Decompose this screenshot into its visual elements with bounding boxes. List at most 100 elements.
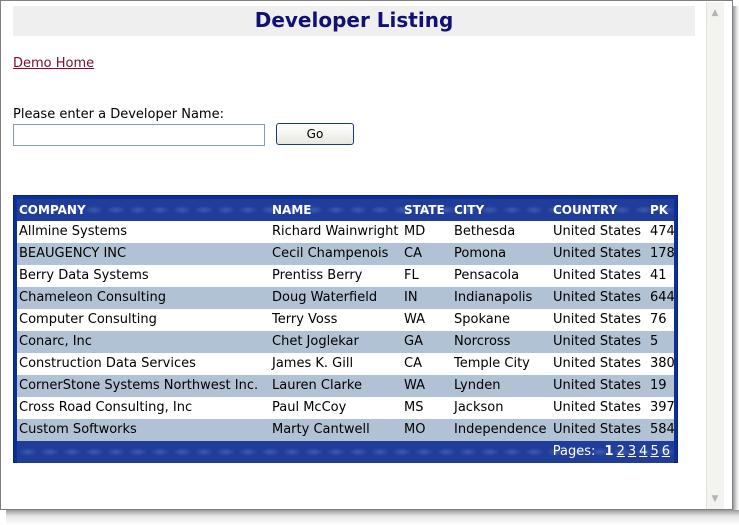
cell-name: Paul McCoy bbox=[272, 400, 347, 415]
cell-country: United States bbox=[553, 246, 642, 261]
pager-page-3[interactable]: 3 bbox=[628, 444, 636, 459]
grid-footer: Pages: 123456 bbox=[17, 441, 674, 463]
cell-state: MS bbox=[404, 400, 424, 415]
scroll-down-arrow-icon[interactable]: ▼ bbox=[707, 490, 723, 507]
table-row: Chameleon Consulting Doug Waterfield IN Ind… bbox=[17, 287, 675, 309]
table-row: Conarc, Inc Chet Joglekar GA Norcross United… bbox=[17, 331, 674, 353]
cell-company: Berry Data Systems bbox=[19, 268, 149, 283]
cell-country: United States bbox=[553, 400, 642, 415]
cell-country: United States bbox=[553, 312, 642, 327]
cell-country: United States bbox=[553, 356, 642, 371]
cell-city: Temple City bbox=[454, 356, 530, 371]
grid-header: COMPANY NAME STATE CITY COUNTRY PK bbox=[17, 199, 674, 221]
window-shadow-bottom bbox=[6, 510, 739, 525]
cell-pk: 584 bbox=[650, 422, 675, 437]
cell-country: United States bbox=[553, 378, 642, 393]
cell-city: Norcross bbox=[454, 334, 511, 349]
cell-name: Marty Cantwell bbox=[272, 422, 370, 437]
column-header-city[interactable]: CITY bbox=[454, 199, 484, 221]
grid-body: COMPANY NAME STATE CITY COUNTRY PK Allmi… bbox=[17, 199, 675, 463]
table-row: BEAUGENCY INC Cecil Champenois CA Pomona Uni… bbox=[17, 243, 675, 265]
cell-company: BEAUGENCY INC bbox=[19, 246, 127, 261]
cell-state: MO bbox=[404, 422, 426, 437]
table-row: CornerStone Systems Northwest Inc. Lauren… bbox=[17, 375, 674, 397]
browser-window: Developer Listing Demo Home Please enter… bbox=[0, 0, 733, 510]
cell-state: IN bbox=[404, 290, 418, 305]
page-header: Developer Listing bbox=[13, 6, 695, 36]
pager-page-1[interactable]: 1 bbox=[605, 444, 614, 459]
cell-country: United States bbox=[553, 422, 642, 437]
cell-city: Pensacola bbox=[454, 268, 520, 283]
cell-country: United States bbox=[553, 224, 642, 239]
cell-name: Doug Waterfield bbox=[272, 290, 378, 305]
pager-page-4[interactable]: 4 bbox=[639, 444, 647, 459]
cell-state: GA bbox=[404, 334, 423, 349]
pager-label: Pages: bbox=[552, 444, 596, 459]
cell-country: United States bbox=[553, 268, 642, 283]
cell-pk: 19 bbox=[650, 378, 667, 393]
cell-pk: 178 bbox=[650, 246, 675, 261]
cell-name: Terry Voss bbox=[272, 312, 338, 327]
search-prompt: Please enter a Developer Name: bbox=[13, 107, 224, 122]
demo-home-link[interactable]: Demo Home bbox=[13, 56, 94, 71]
cell-state: MD bbox=[404, 224, 426, 239]
window-shadow-right bbox=[733, 6, 739, 516]
column-header-state[interactable]: STATE bbox=[404, 199, 445, 221]
column-header-pk[interactable]: PK bbox=[650, 199, 668, 221]
cell-state: WA bbox=[404, 312, 426, 327]
cell-state: CA bbox=[404, 246, 422, 261]
cell-city: Pomona bbox=[454, 246, 507, 261]
cell-company: Allmine Systems bbox=[19, 224, 128, 239]
column-header-name[interactable]: NAME bbox=[272, 199, 311, 221]
table-row: Custom Softworks Marty Cantwell MO Independ… bbox=[17, 419, 675, 441]
cell-pk: 5 bbox=[650, 334, 659, 349]
cell-company: Cross Road Consulting, Inc bbox=[19, 400, 193, 415]
cell-pk: 76 bbox=[650, 312, 667, 327]
cell-pk: 474 bbox=[650, 224, 675, 239]
cell-name: Cecil Champenois bbox=[272, 246, 389, 261]
go-button[interactable]: Go bbox=[276, 123, 354, 145]
cell-pk: 41 bbox=[650, 268, 667, 283]
cell-company: CornerStone Systems Northwest Inc. bbox=[19, 378, 259, 393]
table-row: Construction Data Services James K. Gill C… bbox=[17, 353, 675, 375]
pager-page-6[interactable]: 6 bbox=[662, 444, 670, 459]
cell-city: Indianapolis bbox=[454, 290, 533, 305]
table-row: Allmine Systems Richard Wainwright MD Bethe… bbox=[17, 221, 675, 243]
pager-page-5[interactable]: 5 bbox=[650, 444, 658, 459]
page-title: Developer Listing bbox=[254, 8, 454, 32]
scroll-up-arrow-icon[interactable]: ▲ bbox=[707, 4, 723, 21]
cell-state: WA bbox=[404, 378, 426, 393]
cell-pk: 397 bbox=[650, 400, 675, 415]
cell-city: Spokane bbox=[454, 312, 510, 327]
cell-city: Independence bbox=[454, 422, 547, 437]
cell-company: Computer Consulting bbox=[19, 312, 157, 327]
pager-page-2[interactable]: 2 bbox=[617, 444, 625, 459]
column-header-company[interactable]: COMPANY bbox=[19, 199, 86, 221]
cell-city: Jackson bbox=[454, 400, 504, 415]
cell-name: James K. Gill bbox=[272, 356, 354, 371]
cell-name: Prentiss Berry bbox=[272, 268, 363, 283]
cell-pk: 380 bbox=[650, 356, 675, 371]
cell-name: Richard Wainwright bbox=[272, 224, 399, 239]
cell-company: Conarc, Inc bbox=[19, 334, 92, 349]
cell-city: Bethesda bbox=[454, 224, 516, 239]
cell-country: United States bbox=[553, 290, 642, 305]
developer-grid: COMPANY NAME STATE CITY COUNTRY PK Allmi… bbox=[13, 195, 678, 463]
table-row: Berry Data Systems Prentiss Berry FL Pensac… bbox=[17, 265, 674, 287]
pager: Pages: 123456 bbox=[553, 441, 670, 463]
table-row: Cross Road Consulting, Inc Paul McCoy MS Ja… bbox=[17, 397, 675, 419]
vertical-scrollbar[interactable]: ▲ ▼ bbox=[706, 2, 724, 509]
cell-city: Lynden bbox=[454, 378, 501, 393]
cell-pk: 644 bbox=[650, 290, 675, 305]
cell-name: Lauren Clarke bbox=[272, 378, 362, 393]
column-header-country[interactable]: COUNTRY bbox=[553, 199, 617, 221]
cell-state: CA bbox=[404, 356, 422, 371]
cell-company: Construction Data Services bbox=[19, 356, 196, 371]
cell-name: Chet Joglekar bbox=[272, 334, 359, 349]
cell-country: United States bbox=[553, 334, 642, 349]
cell-company: Chameleon Consulting bbox=[19, 290, 166, 305]
developer-name-input[interactable] bbox=[13, 124, 265, 146]
grid-rows: Allmine Systems Richard Wainwright MD Bethe… bbox=[17, 221, 675, 441]
cell-company: Custom Softworks bbox=[19, 422, 137, 437]
table-row: Computer Consulting Terry Voss WA Spokane Un… bbox=[17, 309, 674, 331]
